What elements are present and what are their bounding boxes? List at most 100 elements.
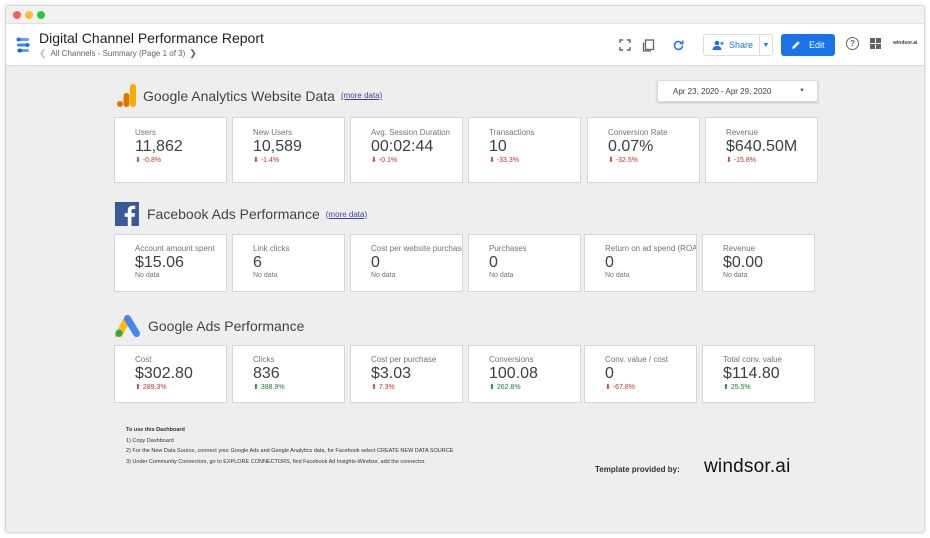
arrow-up-icon: ⬆ [253,384,261,391]
ga-section-title: Google Analytics Website Data [143,87,335,104]
scorecard-revenue[interactable]: Revenue $640.50M ⬇ -15.8% [705,117,818,183]
facebook-icon [115,202,139,226]
scorecard-total-conv-value[interactable]: Total conv. value $114.80 ⬆ 25.5% [702,345,815,403]
report-title[interactable]: Digital Channel Performance Report [39,30,264,46]
page-label[interactable]: All Channels - Summary (Page 1 of 3) [51,49,186,58]
scorecard-label: Avg. Session Duration [371,128,451,137]
arrow-down-icon: ⬇ [253,157,261,164]
report-header: Digital Channel Performance Report ❮ All… [6,24,924,66]
add-person-icon [712,40,724,50]
edit-button[interactable]: Edit [781,34,835,56]
scorecard-delta: -67.8% [612,384,635,391]
arrow-up-icon: ⬆ [723,384,731,391]
arrow-up-icon: ⬆ [135,384,143,391]
previous-page-icon[interactable]: ❮ [39,48,47,59]
date-range-picker[interactable]: Apr 23, 2020 - Apr 29, 2020 ▼ [657,80,818,102]
scorecard-value: 0 [489,254,498,271]
arrow-up-icon: ⬆ [489,384,497,391]
share-button[interactable]: Share ▼ [703,34,773,56]
scorecard-clicks[interactable]: Clicks 836 ⬆ 388.9% [232,345,345,403]
scorecard-label: Purchases [489,244,527,253]
scorecard-label: Revenue [726,128,759,137]
scorecard-delta: No data [489,272,514,279]
scorecard-conversion-rate[interactable]: Conversion Rate 0.07% ⬇ -32.5% [587,117,700,183]
scorecard-value: 836 [253,365,280,382]
data-studio-logo-icon[interactable] [14,36,32,54]
help-icon[interactable]: ? [846,37,859,50]
scorecard-label: Cost per website purchase [371,244,462,253]
scorecard-new-users[interactable]: New Users 10,589 ⬇ -1.4% [232,117,345,183]
scorecard-avg-session-duration[interactable]: Avg. Session Duration 00:02:44 ⬇ -0.1% [350,117,463,183]
scorecard-label: Total conv. value [723,355,782,364]
minimize-window-button[interactable] [25,11,33,19]
scorecard-delta: No data [253,272,278,279]
arrow-down-icon: ⬇ [489,157,497,164]
scorecard-delta: -32.5% [615,157,638,164]
scorecard-value: $3.03 [371,365,412,382]
scorecard-conv-value-cost[interactable]: Conv. value / cost 0 ⬇ -67.8% [584,345,697,403]
scorecard-value: 100.08 [489,365,538,382]
instruction-step: 2) For the New Data Source, connect your… [126,448,454,454]
ga-more-data-link[interactable]: (more data) [341,91,382,100]
date-range-value: Apr 23, 2020 - Apr 29, 2020 [673,86,772,96]
scorecard-delta: -1.4% [260,157,280,164]
scorecard-delta: No data [135,272,160,279]
scorecard-value: 0 [371,254,380,271]
close-window-button[interactable] [13,11,21,19]
scorecard-account-amount-spent[interactable]: Account amount spent $15.06 No data [114,234,227,292]
arrow-up-icon: ⬆ [371,384,379,391]
arrow-down-icon: ⬇ [608,157,616,164]
edit-label: Edit [809,40,825,50]
share-dropdown-icon[interactable]: ▼ [760,42,772,49]
page-navigator: ❮ All Channels - Summary (Page 1 of 3) ❯ [39,48,197,59]
scorecard-delta: No data [371,272,396,279]
scorecard-label: Conversion Rate [608,128,668,137]
account-brand-avatar[interactable]: windsor.ai [893,40,917,46]
arrow-down-icon: ⬇ [135,157,143,164]
scorecard-delta: 289.3% [142,384,167,391]
scorecard-cost[interactable]: Cost $302.80 ⬆ 289.3% [114,345,227,403]
scorecard-delta: 7.3% [378,384,395,391]
window-titlebar [6,6,924,24]
scorecard-delta: 25.5% [730,384,751,391]
maximize-window-button[interactable] [37,11,45,19]
fb-section-header: Facebook Ads Performance (more data) [115,202,367,226]
windsor-logo: windsor.ai [704,456,791,477]
apps-grid-icon[interactable] [870,38,881,49]
scorecard-conversions[interactable]: Conversions 100.08 ⬆ 262.8% [468,345,581,403]
scorecard-cost-per-purchase[interactable]: Cost per purchase $3.03 ⬆ 7.3% [350,345,463,403]
scorecard-label: Account amount spent [135,244,215,253]
gads-section-title: Google Ads Performance [148,318,305,334]
template-provided-label: Template provided by: [595,465,680,474]
google-ads-icon [115,315,140,337]
scorecard-delta: No data [605,272,630,279]
instruction-step: 3) Under Community Connectors, go to EXP… [126,458,426,465]
scorecard-users[interactable]: Users 11,862 ⬇ -0.8% [114,117,227,183]
report-canvas: Google Analytics Website Data (more data… [6,67,924,532]
scorecard-label: Cost [135,355,152,364]
fullscreen-icon[interactable] [617,37,633,53]
scorecard-roas[interactable]: Return on ad spend (ROAS 0 No data [584,234,697,292]
scorecard-label: Revenue [723,244,756,253]
pencil-icon [792,41,800,49]
scorecard-transactions[interactable]: Transactions 10 ⬇ -33.3% [468,117,581,183]
share-label: Share [729,40,754,50]
scorecard-delta: 388.9% [260,384,285,391]
fb-more-data-link[interactable]: (more data) [326,210,367,219]
scorecard-fb-revenue[interactable]: Revenue $0.00 No data [702,234,815,292]
scorecard-delta: -15.8% [733,157,756,164]
share-main-button[interactable]: Share [704,35,760,55]
scorecard-label: Clicks [253,355,275,364]
scorecard-value: 0.07% [608,138,654,155]
scorecard-value: $640.50M [726,138,798,155]
ga-section-header: Google Analytics Website Data (more data… [117,84,382,107]
copy-report-icon[interactable] [640,37,656,53]
next-page-icon[interactable]: ❯ [189,48,197,59]
scorecard-value: 0 [605,254,614,271]
scorecard-cost-per-website-purchase[interactable]: Cost per website purchase 0 No data [350,234,463,292]
refresh-icon[interactable] [670,37,686,53]
scorecard-link-clicks[interactable]: Link clicks 6 No data [232,234,345,292]
scorecard-purchases[interactable]: Purchases 0 No data [468,234,581,292]
scorecard-label: Users [135,128,156,137]
scorecard-label: Conversions [489,355,534,364]
